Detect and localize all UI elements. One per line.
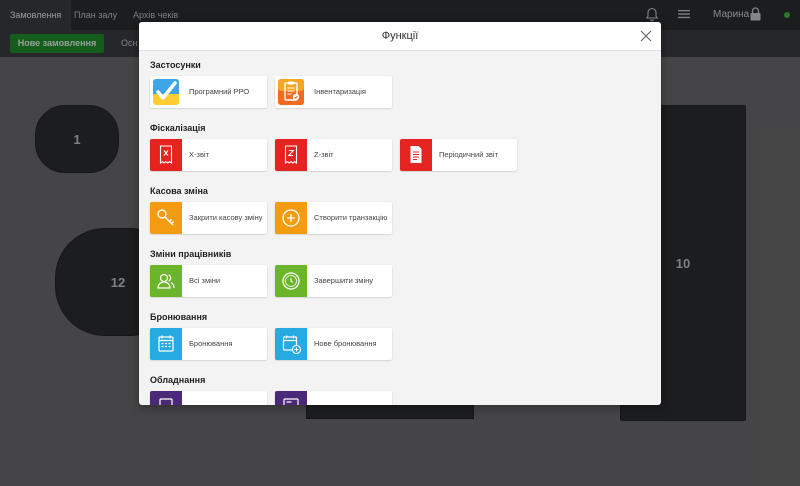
device-icon (150, 391, 182, 405)
tile-label: X-звіт (189, 150, 210, 160)
checkbox-icon (150, 76, 182, 108)
calendar-icon (150, 328, 182, 360)
calendar-plus-icon (275, 328, 307, 360)
functions-modal: Функції Застосунки Програмний РРО Інвент… (139, 22, 661, 405)
tile-end-shift[interactable]: Завершити зміну (275, 265, 392, 297)
tile-all-shifts[interactable]: Всі зміни (150, 265, 267, 297)
tile-equipment-2[interactable] (275, 391, 392, 405)
section-title-cash-shift: Касова зміна (150, 186, 208, 196)
tile-create-transaction[interactable]: Створити транзакцію (275, 202, 392, 234)
monitor-icon (275, 391, 307, 405)
close-icon[interactable] (640, 30, 652, 42)
tile-equipment-1[interactable] (150, 391, 267, 405)
tile-inventory[interactable]: Інвентаризація (275, 76, 392, 108)
tile-software-rro[interactable]: Програмний РРО (150, 76, 267, 108)
tile-x-report[interactable]: X-звіт (150, 139, 267, 171)
section-title-equipment: Обладнання (150, 375, 206, 385)
tile-label: Всі зміни (189, 276, 221, 286)
tile-periodic-report[interactable]: Періодичний звіт (400, 139, 517, 171)
modal-title: Функції (381, 30, 419, 42)
clock-icon (275, 265, 307, 297)
section-title-fiscalization: Фіскалізація (150, 123, 206, 133)
tile-label (189, 391, 265, 405)
modal-header: Функції (139, 22, 661, 51)
section-title-booking: Бронювання (150, 312, 208, 322)
tile-label: Z-звіт (314, 150, 334, 160)
tile-z-report[interactable]: Z-звіт (275, 139, 392, 171)
tile-label: Нове бронювання (314, 339, 377, 349)
tile-label: Завершити зміну (314, 276, 374, 286)
tile-label: Програмний РРО (189, 87, 250, 97)
plus-circle-icon (275, 202, 307, 234)
tile-bookings[interactable]: Бронювання (150, 328, 267, 360)
tile-new-booking[interactable]: Нове бронювання (275, 328, 392, 360)
tile-close-cash-shift[interactable]: Закрити касову зміну (150, 202, 267, 234)
section-title-apps: Застосунки (150, 60, 201, 70)
document-icon (400, 139, 432, 171)
tile-label: Створити транзакцію (314, 213, 388, 223)
receipt-z-icon (275, 139, 307, 171)
tile-label: Інвентаризація (314, 87, 366, 97)
clipboard-icon (275, 76, 307, 108)
users-icon (150, 265, 182, 297)
receipt-x-icon (150, 139, 182, 171)
tile-label: Бронювання (189, 339, 233, 349)
section-title-staff-shifts: Зміни працівників (150, 249, 232, 259)
tile-label: Закрити касову зміну (189, 213, 263, 223)
key-icon (150, 202, 182, 234)
tile-label: Періодичний звіт (439, 150, 499, 160)
tile-label (314, 391, 390, 405)
